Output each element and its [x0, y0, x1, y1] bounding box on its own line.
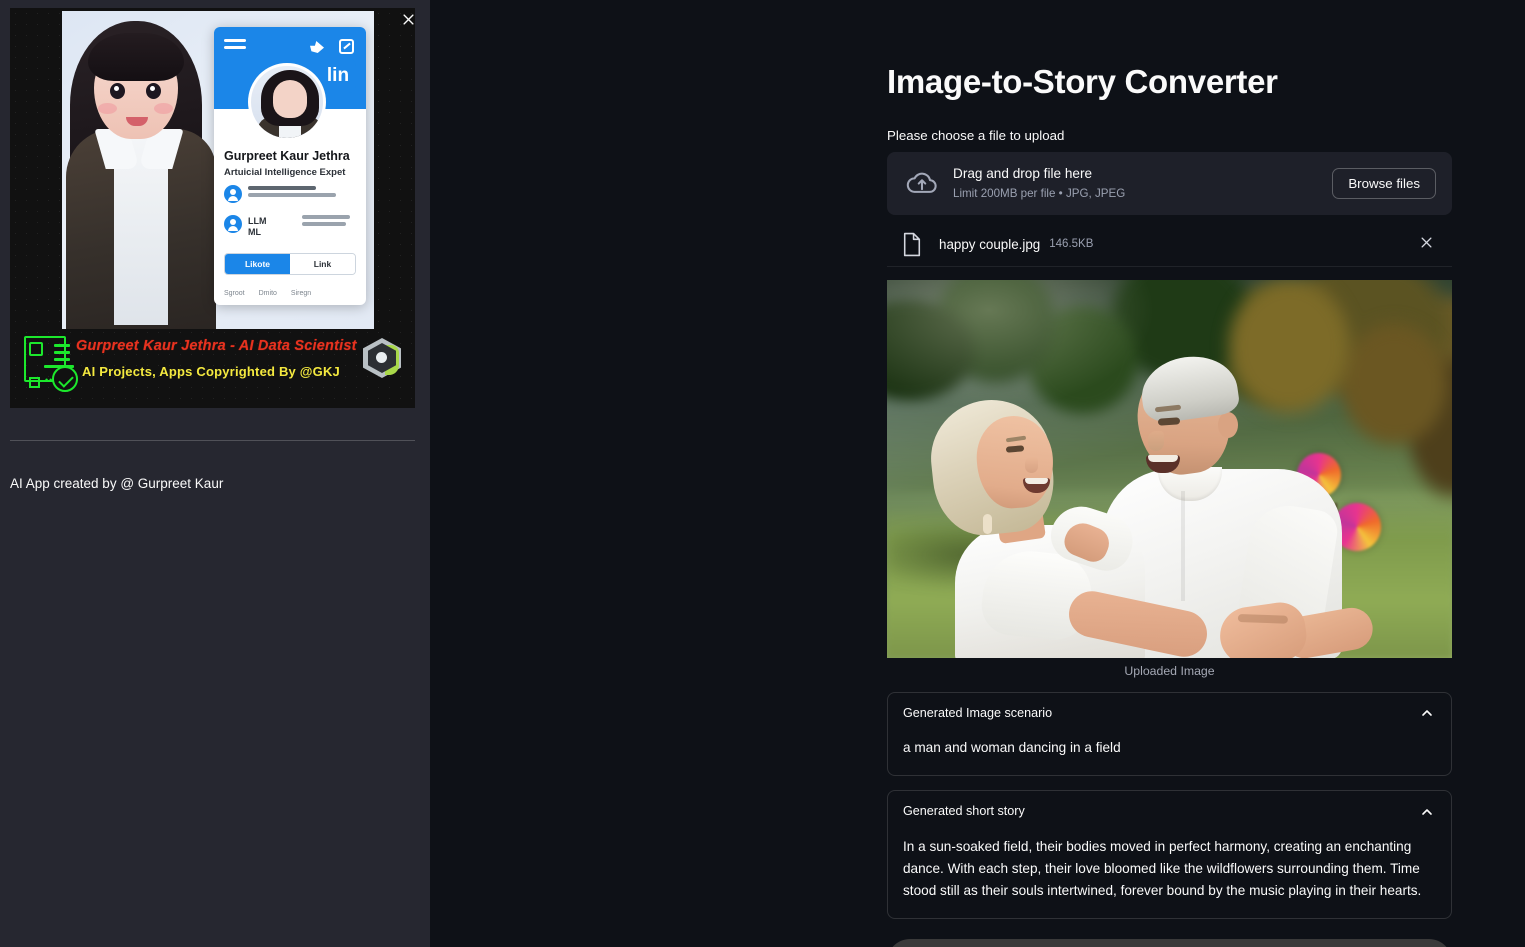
expander-short-story-body: In a sun-soaked field, their bodies move… [903, 839, 1422, 899]
avatar-eye-left [110, 83, 125, 99]
phone-action-buttons: Likote Link [224, 253, 356, 275]
banner-text-strip: ••• Gurpreet Kaur Jethra - AI Data Scien… [10, 326, 415, 404]
main-content: Image-to-Story Converter Please choose a… [430, 0, 1525, 947]
phone-tag-llm: LLM [248, 216, 267, 226]
phone-mockup: lin Gurpreet Kaur Jethra Artuicial Intel… [214, 27, 366, 305]
dropzone-title: Drag and drop file here [953, 165, 1093, 181]
uploaded-file-name: happy couple.jpg [939, 236, 1041, 252]
dropzone-texts: Drag and drop file here Limit 200MB per … [953, 164, 1318, 202]
phone-profile-avatar [248, 63, 326, 141]
expander-short-story: Generated short story In a sun-soaked fi… [887, 790, 1452, 920]
app-root: lin Gurpreet Kaur Jethra Artuicial Intel… [0, 0, 1525, 947]
avatar-blush-left [98, 103, 117, 114]
browse-files-button[interactable]: Browse files [1332, 167, 1436, 199]
uploaded-image-caption: Uploaded Image [1124, 663, 1215, 678]
phone-primary-button: Likote [225, 254, 290, 274]
avatar-eye-right [146, 83, 161, 99]
file-icon [901, 232, 923, 257]
banner-title: Gurpreet Kaur Jethra - AI Data Scientist [76, 338, 357, 354]
banner-subtitle: AI Projects, Apps Copyrighted By @GKJ [82, 364, 340, 379]
expander-image-scenario-title: Generated Image scenario [903, 705, 1053, 720]
id-card-check-icon: ••• [22, 336, 78, 394]
brand-hexagon-logo [363, 338, 401, 378]
uploaded-file-size: 146.5KB [1049, 238, 1094, 251]
dropzone-hint: Limit 200MB per file • JPG, JPEG [953, 186, 1126, 200]
sidebar: lin Gurpreet Kaur Jethra Artuicial Intel… [0, 0, 430, 947]
cloud-upload-icon [905, 168, 939, 198]
expander-image-scenario: Generated Image scenario a man and woman… [887, 691, 1452, 777]
woman-earring [983, 513, 993, 534]
expander-short-story-header[interactable]: Generated short story [888, 791, 1451, 825]
chevron-up-icon[interactable] [1419, 804, 1435, 820]
linkedin-badge: lin [320, 59, 356, 93]
uploaded-image [887, 279, 1452, 658]
expander-image-scenario-body: a man and woman dancing in a field [903, 740, 1121, 756]
chevron-up-icon[interactable] [1419, 705, 1435, 721]
uploaded-image-block: Uploaded Image [887, 279, 1452, 678]
remove-file-icon[interactable] [1413, 231, 1440, 258]
avatar-bangs [88, 33, 184, 81]
file-uploader-label: Please choose a file to upload [887, 127, 1065, 143]
hamburger-icon [224, 39, 246, 49]
sidebar-close-icon[interactable] [394, 5, 422, 33]
man-eye [1157, 416, 1181, 426]
man-ear [1217, 411, 1238, 438]
expander-short-story-title: Generated short story [903, 804, 1025, 819]
man-shirt-placket [1180, 491, 1185, 602]
page-title: Image-to-Story Converter [887, 63, 1278, 100]
sidebar-banner-image: lin Gurpreet Kaur Jethra Artuicial Intel… [10, 8, 415, 408]
phone-profile-role: Artuicial Intelligence Expet [224, 167, 346, 178]
banner-photo: lin Gurpreet Kaur Jethra Artuicial Intel… [62, 11, 374, 329]
file-dropzone[interactable]: Drag and drop file here Limit 200MB per … [887, 151, 1452, 215]
sidebar-footer-text: AI App created by @ Gurpreet Kaur [10, 476, 224, 491]
avatar-blush-right [154, 103, 173, 114]
phone-profile-name: Gurpreet Kaur Jethra [224, 149, 350, 163]
phone-tag-ml: ML [248, 227, 261, 237]
uploaded-file-row: happy couple.jpg 146.5KB [887, 223, 1452, 267]
sidebar-divider [10, 440, 415, 441]
phone-secondary-button: Link [290, 254, 355, 274]
main-column: Image-to-Story Converter Please choose a… [887, 0, 1452, 947]
phone-footer-links: Sgroot Dmito Siregn [224, 290, 312, 297]
expander-image-scenario-header[interactable]: Generated Image scenario [888, 693, 1451, 727]
edit-icon [339, 39, 354, 54]
man-nose [1148, 430, 1165, 451]
audio-player[interactable]: 0:17 / 0:17 [887, 939, 1452, 947]
